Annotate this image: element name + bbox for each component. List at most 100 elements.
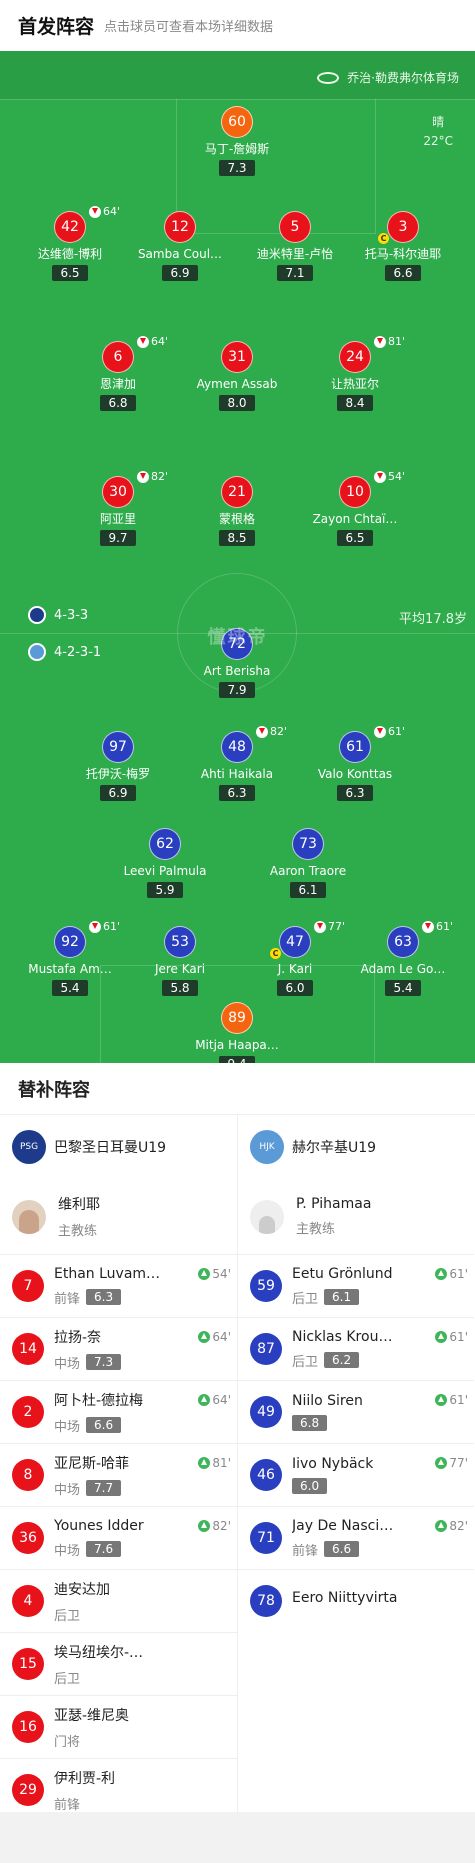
away-coach-role: 主教练	[296, 1222, 336, 1237]
sub-player-name: 亚瑟-维尼奥	[54, 1707, 130, 1724]
player-card[interactable]: 48 82' Ahti Haikala 6.3	[182, 725, 292, 801]
player-card[interactable]: 53 Jere Kari 5.8	[125, 926, 235, 996]
stadium-icon	[317, 71, 340, 84]
home-coach[interactable]: 维利耶 主教练	[0, 1179, 237, 1254]
hjk-logo-icon	[28, 643, 46, 661]
sub-player-row[interactable]: 8 亚尼斯-哈菲 中场 7.7 81'	[0, 1443, 237, 1506]
sub-player-meta: 后卫 6.2	[292, 1351, 392, 1370]
sub-player-row[interactable]: 49 Niilo Siren 6.8 61'	[238, 1380, 474, 1443]
player-number-badge: 60	[221, 106, 253, 138]
player-card[interactable]: 30 82' 阿亚里 9.7	[63, 470, 173, 546]
home-subs: PSG 巴黎圣日耳曼U19 维利耶 主教练 7 Ethan Luvam… 前锋 6.3…	[0, 1115, 237, 1821]
player-rating: 9.4	[219, 1056, 255, 1063]
player-card[interactable]: 60 马丁-詹姆斯 7.3	[182, 106, 292, 176]
sub-player-position: 后卫	[292, 1291, 319, 1307]
player-number-badge: 62	[149, 828, 181, 860]
player-rating: 9.7	[100, 530, 136, 546]
player-rating: 5.8	[162, 980, 198, 996]
player-name: Aymen Assab	[196, 377, 278, 391]
sub-player-rating: 6.6	[324, 1541, 360, 1557]
player-number-badge: 42	[54, 211, 86, 243]
player-card[interactable]: 5 迪米特里-卢怡 7.1	[240, 211, 350, 281]
sub-player-row[interactable]: 15 埃马纽埃尔-… 后卫	[0, 1632, 237, 1695]
player-card[interactable]: 61 61' Valo Konttas 6.3	[300, 725, 410, 801]
player-name: 托马-科尔迪耶	[364, 247, 442, 261]
player-number-badge: 92	[54, 926, 86, 958]
player-rating: 7.9	[219, 682, 255, 698]
venue: 乔治·勒费弗尔体育场	[317, 69, 459, 86]
sub-player-name: Niilo Siren	[292, 1393, 363, 1409]
player-number-badge: 6	[102, 341, 134, 373]
sub-off-time: 77'	[314, 920, 345, 933]
player-card[interactable]: 97 托伊沃-梅罗 6.9	[63, 731, 173, 801]
weather-temp: 22°C	[423, 134, 453, 148]
sub-number-badge: 59	[250, 1270, 282, 1302]
sub-player-row[interactable]: 59 Eetu Grönlund 后卫 6.1 61'	[238, 1254, 474, 1317]
sub-player-position: 后卫	[54, 1608, 81, 1624]
player-card[interactable]: 3 C 托马-科尔迪耶 6.6	[348, 211, 458, 281]
sub-player-row[interactable]: 16 亚瑟-维尼奥 门将	[0, 1695, 237, 1758]
player-number-badge: 61	[339, 731, 371, 763]
sub-player-rating: 6.2	[324, 1352, 360, 1368]
player-name: J. Kari	[277, 962, 313, 976]
player-card[interactable]: 63 61' Adam Le Go… 5.4	[348, 920, 458, 996]
sub-player-name: 埃马纽埃尔-…	[54, 1644, 144, 1661]
sub-number-badge: 7	[12, 1270, 44, 1302]
player-name: 马丁-詹姆斯	[204, 142, 270, 156]
sub-player-row[interactable]: 78 Eero Niittyvirta	[238, 1569, 474, 1632]
sub-player-info: 亚瑟-维尼奥 门将	[54, 1705, 129, 1750]
sub-player-meta: 中场 7.3	[54, 1353, 122, 1372]
player-number-badge: 31	[221, 341, 253, 373]
player-rating: 8.4	[337, 395, 373, 411]
sub-off-arrow-icon	[374, 725, 386, 738]
player-card[interactable]: 42 64' 达维德-博利 6.5	[15, 205, 125, 281]
sub-player-rating: 6.6	[86, 1417, 122, 1433]
player-card[interactable]: 89 Mitja Haapa… 9.4	[182, 1002, 292, 1063]
player-card[interactable]: 73 Aaron Traore 6.1	[253, 828, 363, 898]
sub-on-time: 54'	[198, 1267, 231, 1281]
captain-badge-icon: C	[378, 233, 389, 244]
sub-player-row[interactable]: 46 Iivo Nybäck 6.0 77'	[238, 1443, 474, 1506]
player-name: Mustafa Am…	[28, 962, 112, 976]
sub-player-row[interactable]: 87 Nicklas Krou… 后卫 6.2 61'	[238, 1317, 474, 1380]
player-name: 让热亚尔	[330, 377, 379, 391]
player-number-badge: 24	[339, 341, 371, 373]
player-name: 迪米特里-卢怡	[256, 247, 334, 261]
sub-player-row[interactable]: 71 Jay De Nasci… 前锋 6.6 82'	[238, 1506, 474, 1569]
home-team[interactable]: PSG 巴黎圣日耳曼U19	[0, 1115, 237, 1179]
sub-player-row[interactable]: 4 迪安达加 后卫	[0, 1569, 237, 1632]
sub-off-time: 61'	[374, 725, 405, 738]
player-card[interactable]: 6 64' 恩津加 6.8	[63, 335, 173, 411]
player-rating: 7.3	[219, 160, 255, 176]
player-card[interactable]: 62 Leevi Palmula 5.9	[110, 828, 220, 898]
player-card[interactable]: 10 54' Zayon Chtaï… 6.5	[300, 470, 410, 546]
player-number-badge: 63	[387, 926, 419, 958]
sub-player-meta: 中场 6.6	[54, 1416, 143, 1435]
player-card[interactable]: 12 Samba Coul… 6.9	[125, 211, 235, 281]
player-card[interactable]: 24 81' 让热亚尔 8.4	[300, 335, 410, 411]
player-card[interactable]: 47 77' C J. Kari 6.0	[240, 920, 350, 996]
sub-number-badge: 4	[12, 1585, 44, 1617]
sub-player-row[interactable]: 2 阿卜杜-德拉梅 中场 6.6 64'	[0, 1380, 237, 1443]
player-number-badge: 48	[221, 731, 253, 763]
subs-columns: PSG 巴黎圣日耳曼U19 维利耶 主教练 7 Ethan Luvam… 前锋 6.3…	[0, 1115, 475, 1821]
sub-on-time: 61'	[435, 1393, 468, 1407]
player-rating: 6.9	[100, 785, 136, 801]
player-card[interactable]: 21 蒙根格 8.5	[182, 476, 292, 546]
player-card[interactable]: 31 Aymen Assab 8.0	[182, 341, 292, 411]
sub-player-info: Younes Idder 中场 7.6	[54, 1518, 144, 1559]
sub-player-row[interactable]: 36 Younes Idder 中场 7.6 82'	[0, 1506, 237, 1569]
away-team[interactable]: HJK 赫尔辛基U19	[238, 1115, 474, 1179]
sub-player-position: 中场	[54, 1356, 81, 1372]
player-card[interactable]: 92 61' Mustafa Am… 5.4	[15, 920, 125, 996]
home-team-name: 巴黎圣日耳曼U19	[54, 1140, 167, 1156]
sub-player-row[interactable]: 7 Ethan Luvam… 前锋 6.3 54'	[0, 1254, 237, 1317]
away-coach[interactable]: P. Pihamaa 主教练	[238, 1179, 474, 1254]
sub-player-row[interactable]: 14 拉扬-奈 中场 7.3 64'	[0, 1317, 237, 1380]
sub-off-time: 64'	[137, 335, 168, 348]
sub-player-rating: 7.3	[86, 1354, 122, 1370]
sub-player-name: Nicklas Krou…	[292, 1328, 393, 1345]
player-number-badge: 73	[292, 828, 324, 860]
home-formation-label: 4-3-3	[54, 607, 89, 623]
sub-off-time: 61'	[89, 920, 120, 933]
